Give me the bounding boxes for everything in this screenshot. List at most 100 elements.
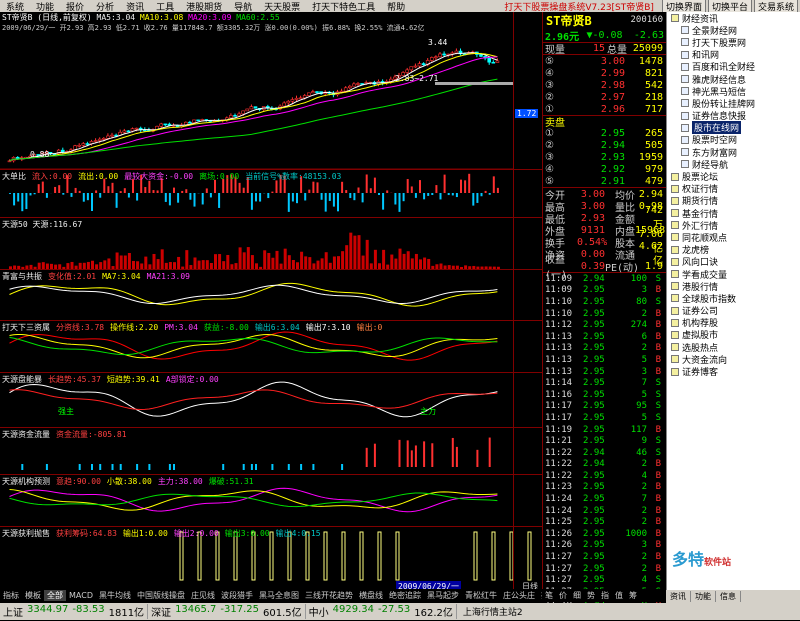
indicator-tab[interactable]: 庄公头庄	[500, 590, 538, 601]
indicator-title: 天源50 天源:116.67	[2, 219, 88, 230]
index-sh[interactable]: 上证3344.97-83.531811亿	[0, 604, 148, 619]
candle-body	[287, 101, 290, 103]
sidebar-tab[interactable]: 资讯	[666, 591, 691, 602]
indicator-panel[interactable]: 青富与共振变化值:2.01MA7:3.04MA21:3.09	[0, 269, 542, 320]
candle-body	[299, 98, 302, 99]
sidebar-item[interactable]: 同花顺观点	[667, 231, 800, 243]
index-sz[interactable]: 深证13465.7-317.25601.5亿	[148, 604, 306, 619]
sidebar-item[interactable]: 打天下股票网	[667, 36, 800, 48]
chart-area[interactable]: ST帝贤B (日线,前复权) MA5:3.04 MA10:3.08 MA20:3…	[0, 12, 542, 590]
sidebar-item[interactable]: 证券信息快报	[667, 110, 800, 122]
book-price: 2.94	[581, 140, 625, 151]
indicator-panel[interactable]: 天源盘能暴长趋势:45.37短趋势:39.41A部锁定:0.00	[0, 372, 542, 427]
tick-row: 11:272.954S	[543, 574, 666, 586]
quote-tab[interactable]: 值	[612, 590, 626, 601]
sidebar-item[interactable]: 外汇行情	[667, 219, 800, 231]
indicator-panel[interactable]: 天源机构预测意趋:90.00小散:38.00主力:38.00爆破:51.31	[0, 474, 542, 526]
menu-item[interactable]: 港股期货	[180, 0, 228, 13]
indicator-panel[interactable]: 天源50 天源:116.67	[0, 217, 542, 269]
indicator-tab[interactable]: 中国版线操盘	[134, 590, 188, 601]
indicator-tab[interactable]: 三线开花趋势	[302, 590, 356, 601]
indicator-tab[interactable]: 庄见线	[188, 590, 218, 601]
sidebar-item[interactable]: 基金行情	[667, 207, 800, 219]
quote-tab[interactable]: 筹	[626, 590, 640, 601]
menu-item[interactable]: 报价	[60, 0, 90, 13]
indicator-field: 天源盘能暴	[2, 375, 42, 384]
indicator-tab[interactable]: 横盘线	[356, 590, 386, 601]
indicator-tab[interactable]: 黑马全息图	[256, 590, 302, 601]
quote-tab[interactable]: 势	[584, 590, 598, 601]
menu-item[interactable]: 系统	[0, 0, 30, 13]
menu-item[interactable]: 功能	[30, 0, 60, 13]
sidebar-item-label: 外汇行情	[682, 219, 718, 232]
indicator-tab[interactable]: 黑牛均线	[96, 590, 134, 601]
indicator-tab[interactable]: 黑马起步	[424, 590, 462, 601]
indicator-panel[interactable]: 天源获利抛售获利筹码:64.83输出1:0.00输出2:0.00输出3:0.00…	[0, 526, 542, 581]
sidebar-item[interactable]: 全景财经网	[667, 24, 800, 36]
book-volume: 218	[625, 92, 663, 103]
sidebar-item[interactable]: 虚拟股市	[667, 329, 800, 341]
sidebar-item[interactable]: 学看成交量	[667, 268, 800, 280]
sidebar-item[interactable]: 财经资讯	[667, 12, 800, 24]
sidebar-item[interactable]: 财经导航	[667, 158, 800, 170]
indicator-panel[interactable]: 大单比流入:0.00流出:0.00最较大资金:-0.00离场:0.00当前信号%…	[0, 169, 542, 217]
sidebar-item[interactable]: 股份转让挂牌网	[667, 97, 800, 109]
sidebar-tab[interactable]: 功能	[691, 591, 716, 602]
indicator-tab[interactable]: 青松红牛	[462, 590, 500, 601]
tick-side: S	[647, 390, 661, 400]
tick-side: B	[647, 332, 661, 342]
menu-item[interactable]: 导航	[228, 0, 258, 13]
menu-item[interactable]: 天天股票	[258, 0, 306, 13]
stat-value: 0.00	[577, 249, 605, 260]
indicator-tab[interactable]: 绝密追踪	[386, 590, 424, 601]
indicator-panel[interactable]: 天源资金流量资金流量:-805.81	[0, 427, 542, 474]
book-level: ②	[545, 92, 581, 103]
quote-tab[interactable]: 指	[598, 590, 612, 601]
sidebar-item-label: 和讯网	[692, 48, 719, 61]
sidebar-item[interactable]: 股票论坛	[667, 170, 800, 182]
sidebar-item[interactable]: 股票时空网	[667, 134, 800, 146]
sidebar-item[interactable]: 选股热点	[667, 341, 800, 353]
quote-tab[interactable]: 细	[570, 590, 584, 601]
sidebar-item[interactable]: 权证行情	[667, 183, 800, 195]
sidebar-item[interactable]: 雅虎财经信息	[667, 73, 800, 85]
sidebar-item[interactable]: 大资金流向	[667, 353, 800, 365]
sidebar-item[interactable]: 百度和讯全财经	[667, 61, 800, 73]
sidebar-item[interactable]: 期货行情	[667, 195, 800, 207]
sidebar-item[interactable]: 全球股市指数	[667, 292, 800, 304]
menu-item[interactable]: 打天下特色工具	[306, 0, 381, 13]
sidebar-item[interactable]: 机构荐股	[667, 317, 800, 329]
tick-volume: 2	[617, 506, 647, 516]
sidebar-item[interactable]: 和讯网	[667, 49, 800, 61]
quote-tab[interactable]: 价	[556, 590, 570, 601]
index-zx[interactable]: 中小4929.34-27.53162.2亿	[306, 604, 457, 619]
indicator-tab[interactable]: 全部	[44, 590, 66, 601]
sidebar-item[interactable]: 证券公司	[667, 305, 800, 317]
menu-item[interactable]: 资讯	[120, 0, 150, 13]
indicator-tab[interactable]: 指标	[0, 590, 22, 601]
sidebar-item[interactable]: 证券博客	[667, 365, 800, 377]
quote-tab[interactable]: 笔	[542, 590, 556, 601]
tick-row: 11:132.955B	[543, 354, 666, 366]
sidebar-item[interactable]: 风向口诀	[667, 256, 800, 268]
sidebar-item[interactable]: 神光黑马短信	[667, 85, 800, 97]
sidebar-item[interactable]: 东方财富网	[667, 146, 800, 158]
sidebar-item[interactable]: 港股行情	[667, 280, 800, 292]
tick-time: 11:26	[545, 540, 583, 550]
indicator-panel[interactable]: 打天下三资属分资线:3.78操作线:2.20PM:3.04获益:-8.00输出6…	[0, 320, 542, 372]
tick-volume: 2	[617, 459, 647, 469]
sidebar-item[interactable]: 龙虎榜	[667, 244, 800, 256]
tick-list[interactable]: 11:092.94100S11:092.953B11:102.9580S11:1…	[543, 272, 666, 621]
tick-price: 2.95	[583, 401, 617, 411]
candle-body	[480, 54, 483, 56]
sidebar-item-label: 风向口诀	[682, 255, 718, 268]
menu-item[interactable]: 工具	[150, 0, 180, 13]
sidebar-item[interactable]: 股市在线网	[667, 122, 800, 134]
menu-item[interactable]: 帮助	[381, 0, 411, 13]
indicator-tab[interactable]: MACD	[66, 591, 96, 600]
indicator-tab[interactable]: 波段猎手	[218, 590, 256, 601]
menu-item[interactable]: 分析	[90, 0, 120, 13]
sidebar-item-label: 机构荐股	[682, 316, 718, 329]
sidebar-tab[interactable]: 信息	[716, 591, 741, 602]
indicator-tab[interactable]: 模板	[22, 590, 44, 601]
